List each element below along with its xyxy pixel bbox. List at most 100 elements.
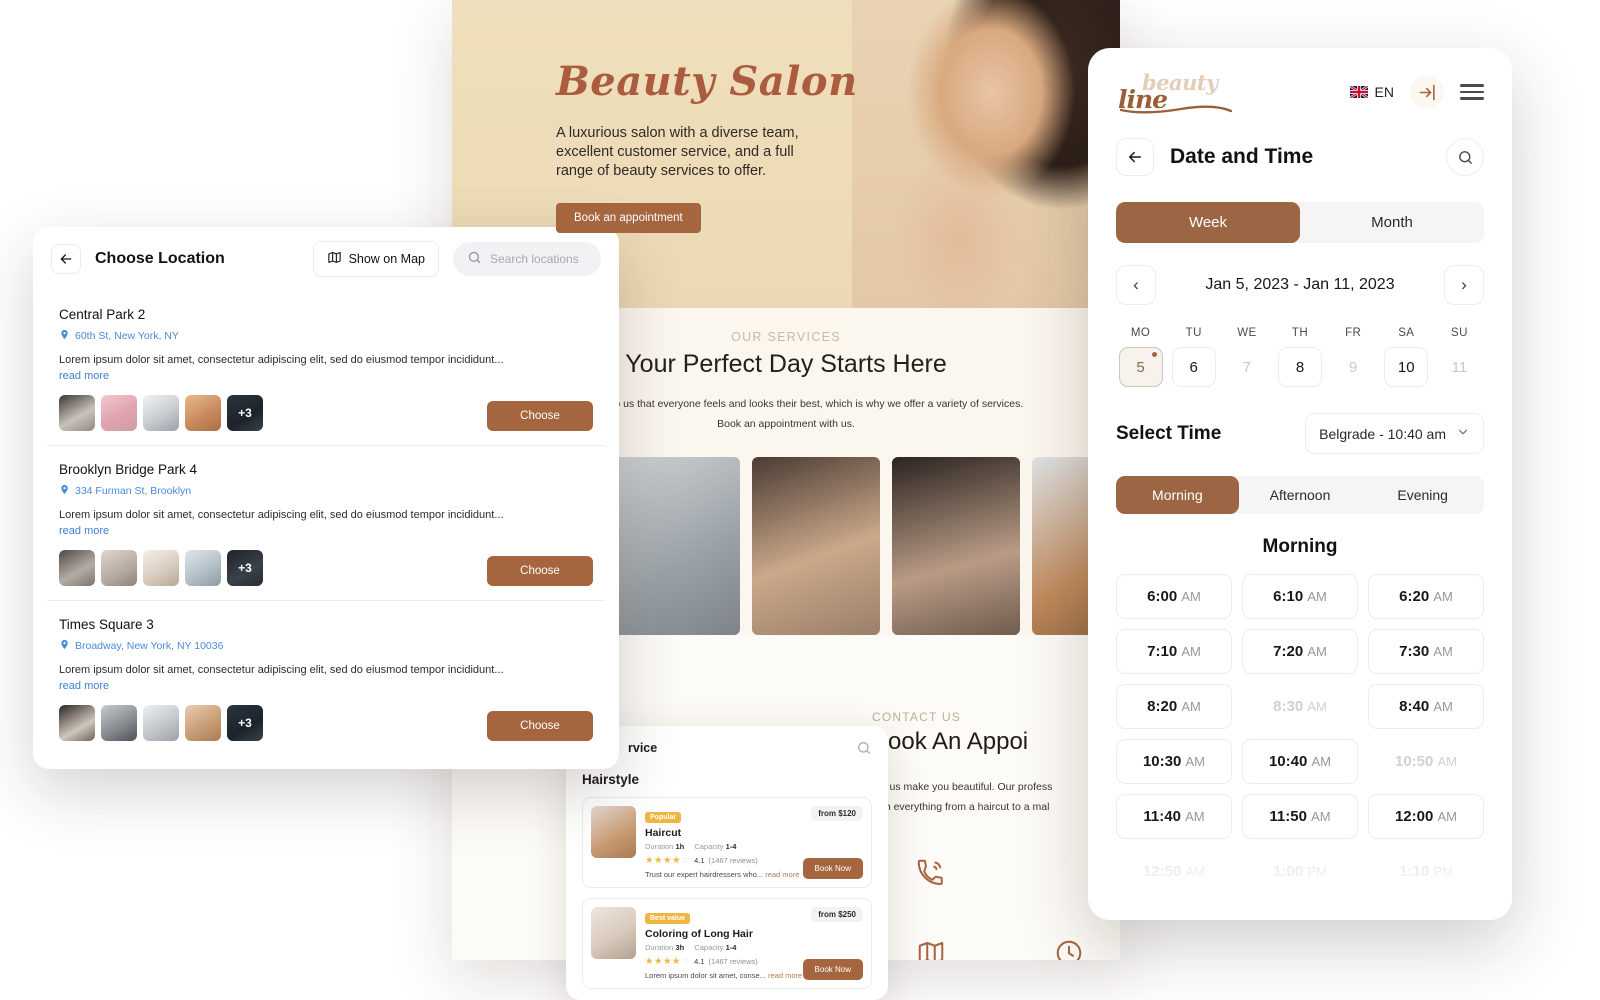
week-navigator: ‹ Jan 5, 2023 - Jan 11, 2023 › (1116, 265, 1484, 305)
time-slot[interactable]: 11:40 AM (1116, 794, 1232, 839)
select-time-header: Select Time Belgrade - 10:40 am (1116, 413, 1484, 454)
time-slot[interactable]: 7:30 AM (1368, 629, 1484, 674)
location-thumbnail[interactable] (59, 550, 95, 586)
screenshot-stage: Beauty Salon A luxurious salon with a di… (0, 0, 1600, 1000)
time-slot[interactable]: 6:00 AM (1116, 574, 1232, 619)
time-slot[interactable]: 6:10 AM (1242, 574, 1358, 619)
location-read-more[interactable]: read more (59, 370, 593, 382)
tab-evening[interactable]: Evening (1361, 476, 1484, 514)
daypart-tabs: Morning Afternoon Evening (1116, 476, 1484, 514)
location-thumbnail[interactable] (143, 705, 179, 741)
time-slot[interactable]: 12:00 AM (1368, 794, 1484, 839)
location-thumbnail-more[interactable]: +3 (227, 550, 263, 586)
hero-book-appointment-button[interactable]: Book an appointment (556, 203, 701, 234)
day-cell-10[interactable]: 10 (1384, 347, 1429, 387)
location-thumbnail[interactable] (143, 550, 179, 586)
location-thumbnail[interactable] (185, 395, 221, 431)
tab-week[interactable]: Week (1116, 202, 1300, 243)
location-header: Choose Location Show on Map Search locat… (33, 227, 619, 291)
time-slot[interactable]: 8:40 AM (1368, 684, 1484, 729)
location-thumbnail[interactable] (143, 395, 179, 431)
service-search-icon[interactable] (856, 740, 872, 756)
time-slot[interactable]: 8:20 AM (1116, 684, 1232, 729)
tab-month[interactable]: Month (1300, 202, 1484, 243)
time-slot[interactable]: 7:10 AM (1116, 629, 1232, 674)
previous-week-button[interactable]: ‹ (1116, 265, 1156, 305)
back-button[interactable] (1116, 138, 1154, 176)
service-read-more[interactable]: read more (765, 870, 799, 879)
time-slot[interactable]: 11:50 AM (1242, 794, 1358, 839)
timezone-value: Belgrade - 10:40 am (1319, 425, 1446, 442)
time-slot[interactable]: 7:20 AM (1242, 629, 1358, 674)
location-back-button[interactable] (51, 244, 81, 274)
book-now-button[interactable]: Book Now (802, 858, 863, 879)
service-read-more[interactable]: read more (768, 971, 802, 980)
location-search-input[interactable]: Search locations (453, 242, 601, 276)
choose-button[interactable]: Choose (487, 711, 593, 741)
service-row[interactable]: Best value Coloring of Long Hair Duratio… (582, 898, 872, 989)
time-slot[interactable]: 10:30 AM (1116, 739, 1232, 784)
location-thumbnail[interactable] (59, 395, 95, 431)
review-count: (1467 reviews) (708, 856, 758, 865)
next-week-button[interactable]: › (1444, 265, 1484, 305)
contact-kicker: CONTACT US (872, 710, 961, 724)
list-item[interactable]: Times Square 3 Broadway, New York, NY 10… (47, 601, 605, 755)
day-cell-7: 7 (1242, 358, 1252, 376)
tab-afternoon[interactable]: Afternoon (1239, 476, 1362, 514)
service-price: from $250 (811, 907, 863, 922)
location-thumbnail[interactable] (185, 550, 221, 586)
location-list: Central Park 2 60th St, New York, NY Lor… (33, 291, 619, 755)
list-item[interactable]: Central Park 2 60th St, New York, NY Lor… (47, 291, 605, 446)
location-read-more[interactable]: read more (59, 680, 593, 692)
time-slot[interactable]: 6:20 AM (1368, 574, 1484, 619)
hero-model-photo (852, 0, 1120, 308)
time-slot[interactable]: 10:40 AM (1242, 739, 1358, 784)
time-slot[interactable]: 1:10 PM (1368, 849, 1484, 894)
beautyline-logo[interactable]: beauty line (1116, 70, 1238, 114)
language-label: EN (1374, 84, 1394, 100)
choose-button[interactable]: Choose (487, 401, 593, 431)
time-slot[interactable]: 1:00 PM (1242, 849, 1358, 894)
day-cell-8[interactable]: 8 (1277, 347, 1322, 387)
location-name: Central Park 2 (59, 307, 146, 322)
week-range-label: Jan 5, 2023 - Jan 11, 2023 (1205, 276, 1395, 293)
login-button[interactable] (1410, 75, 1444, 109)
service-photo-hairwash (752, 456, 880, 635)
rating-stars: ★★★★☆ (645, 956, 691, 967)
hamburger-menu-icon[interactable] (1460, 80, 1484, 104)
location-thumbnail-more[interactable]: +3 (227, 705, 263, 741)
location-thumbnail[interactable] (101, 550, 137, 586)
contact-section: CONTACT US Book An Appoi Let us make you… (872, 710, 1120, 960)
location-thumbnail[interactable] (59, 705, 95, 741)
location-thumbnail[interactable] (101, 395, 137, 431)
service-row[interactable]: Popular Haircut Duration 1h Capacity 1-4… (582, 797, 872, 888)
location-thumbnail[interactable] (101, 705, 137, 741)
tab-morning[interactable]: Morning (1116, 476, 1239, 514)
timezone-select[interactable]: Belgrade - 10:40 am (1305, 413, 1484, 454)
location-read-more[interactable]: read more (59, 525, 593, 537)
day-cell-6[interactable]: 6 (1171, 347, 1216, 387)
app-topbar: beauty line EN (1088, 48, 1512, 114)
day-cell-5[interactable]: 5 (1118, 347, 1163, 387)
location-panel-title: Choose Location (95, 250, 225, 267)
phone-ring-icon (916, 858, 946, 888)
location-description: Lorem ipsum dolor sit amet, consectetur … (59, 509, 504, 521)
contact-title: Book An Appoi (872, 728, 1029, 755)
book-now-button[interactable]: Book Now (802, 959, 863, 980)
list-item[interactable]: Brooklyn Bridge Park 4 334 Furman St, Br… (47, 446, 605, 601)
choose-button[interactable]: Choose (487, 556, 593, 586)
dow-sa: SA (1398, 327, 1415, 339)
date-and-time-card: beauty line EN Date and Time Week Month … (1088, 48, 1512, 920)
time-slot[interactable]: 12:50 AM (1116, 849, 1232, 894)
dow-fr: FR (1345, 327, 1362, 339)
search-button[interactable] (1446, 138, 1484, 176)
location-address: 60th St, New York, NY (59, 329, 593, 343)
service-badge: Best value (645, 913, 691, 924)
show-on-map-button[interactable]: Show on Map (312, 241, 439, 277)
dow-we: WE (1237, 327, 1257, 339)
location-description: Lorem ipsum dolor sit amet, consectetur … (59, 354, 504, 366)
time-slot-disabled: 8:30 AM (1273, 698, 1327, 715)
language-selector[interactable]: EN (1349, 84, 1394, 100)
location-thumbnail-more[interactable]: +3 (227, 395, 263, 431)
location-thumbnail[interactable] (185, 705, 221, 741)
